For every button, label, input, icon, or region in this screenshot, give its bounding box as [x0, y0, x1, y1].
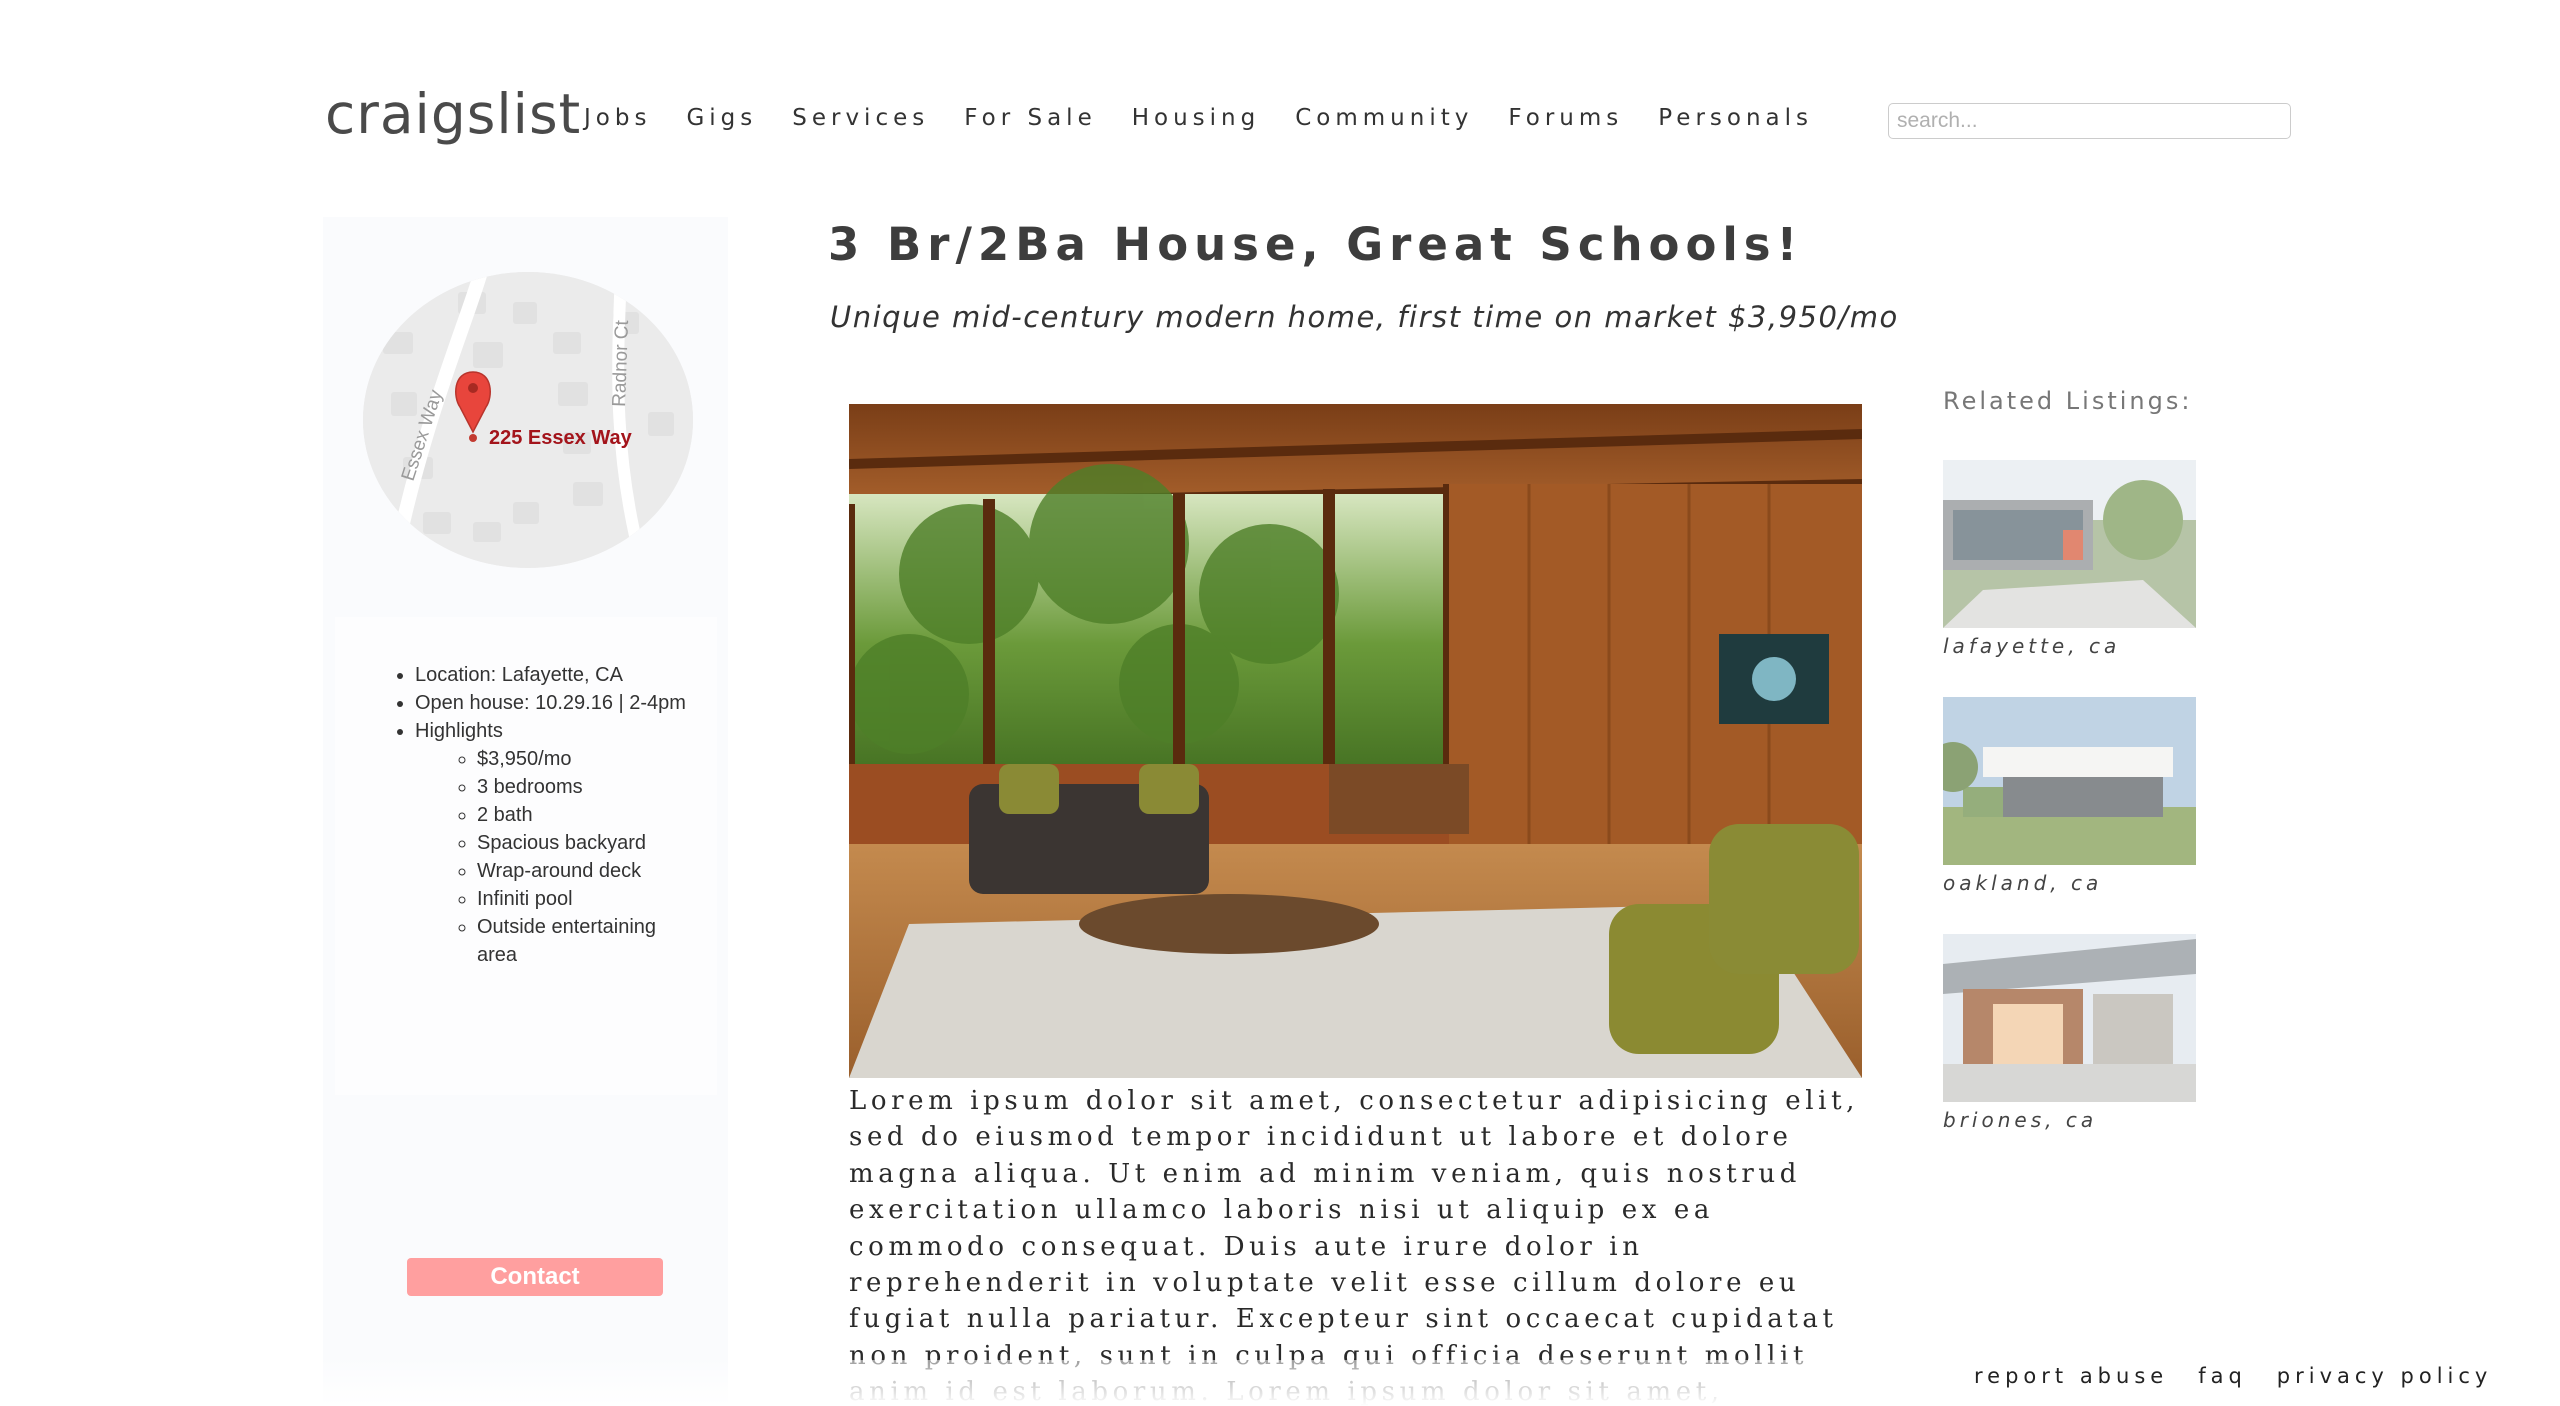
highlight-item: 3 bedrooms [477, 773, 697, 801]
nav-personals[interactable]: Personals [1658, 105, 1813, 131]
site-logo[interactable]: craigslist [325, 82, 581, 146]
details-list: Location: Lafayette, CA Open house: 10.2… [415, 661, 717, 969]
highlights-label: Highlights [415, 720, 503, 742]
highlight-item: $3,950/mo [477, 745, 697, 773]
related-listing[interactable]: briones, ca [1943, 934, 2196, 1132]
related-caption[interactable]: oakland, ca [1943, 871, 2196, 895]
detail-highlights: Highlights $3,950/mo 3 bedrooms 2 bath S… [415, 717, 717, 969]
listing-details: Location: Lafayette, CA Open house: 10.2… [335, 617, 717, 1296]
highlight-item: Outside entertaining area [477, 913, 697, 969]
nav-for-sale[interactable]: For Sale [964, 105, 1096, 131]
contact-button[interactable]: Contact [407, 1258, 663, 1296]
related-thumbnail[interactable] [1943, 460, 2196, 628]
listing-sidebar: Essex Way Radnor Ct 225 Essex Way Locati… [323, 217, 728, 1357]
description-fade [840, 1360, 1890, 1406]
footer-faq[interactable]: faq [2198, 1364, 2247, 1388]
highlight-item: Spacious backyard [477, 829, 697, 857]
nav-gigs[interactable]: Gigs [686, 105, 757, 131]
related-caption[interactable]: briones, ca [1943, 1108, 2196, 1132]
detail-open-house: Open house: 10.29.16 | 2-4pm [415, 689, 717, 717]
listing-photo[interactable] [849, 404, 1862, 1078]
highlight-item: Infiniti pool [477, 885, 697, 913]
footer-privacy-policy[interactable]: privacy policy [2277, 1364, 2493, 1388]
highlight-item: Wrap-around deck [477, 857, 697, 885]
nav-jobs[interactable]: Jobs [584, 105, 651, 131]
nav-services[interactable]: Services [792, 105, 929, 131]
nav-forums[interactable]: Forums [1508, 105, 1623, 131]
related-listing[interactable]: oakland, ca [1943, 697, 2196, 895]
nav-housing[interactable]: Housing [1132, 105, 1261, 131]
highlight-item: 2 bath [477, 801, 697, 829]
related-thumbnail[interactable] [1943, 934, 2196, 1102]
related-listing[interactable]: lafayette, ca [1943, 460, 2196, 658]
nav-community[interactable]: Community [1295, 105, 1473, 131]
listing-subtitle: Unique mid-century modern home, first ti… [830, 300, 1899, 334]
footer-links: report abuse faq privacy policy [1974, 1364, 2522, 1388]
footer-report-abuse[interactable]: report abuse [1974, 1364, 2168, 1388]
highlights-list: $3,950/mo 3 bedrooms 2 bath Spacious bac… [477, 745, 697, 969]
detail-location: Location: Lafayette, CA [415, 661, 717, 689]
search-input[interactable] [1888, 103, 2291, 139]
related-heading: Related Listings: [1943, 387, 2193, 415]
listing-title: 3 Br/2Ba House, Great Schools! [828, 218, 1804, 271]
street-label-radnor: Radnor Ct [609, 319, 633, 407]
related-thumbnail[interactable] [1943, 697, 2196, 865]
listing-description: Lorem ipsum dolor sit amet, consectetur … [849, 1086, 1859, 1406]
map-address-label: 225 Essex Way [489, 427, 633, 449]
sidebar-fade [323, 1357, 728, 1406]
main-nav: Jobs Gigs Services For Sale Housing Comm… [584, 105, 1848, 131]
location-map[interactable]: Essex Way Radnor Ct 225 Essex Way [363, 272, 693, 568]
related-caption[interactable]: lafayette, ca [1943, 634, 2196, 658]
